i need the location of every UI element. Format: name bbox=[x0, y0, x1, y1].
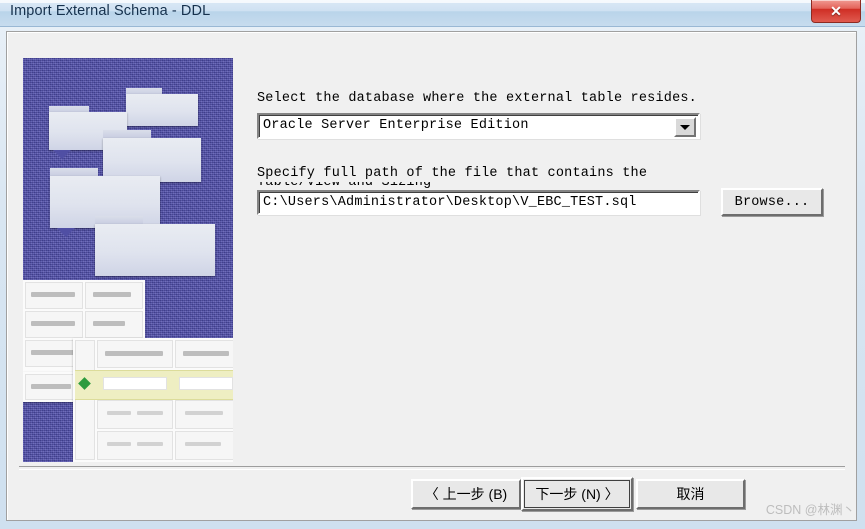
grid-bar bbox=[185, 442, 221, 446]
folder-notch bbox=[53, 150, 71, 159]
file-label-line2-text: Table/View and Sizing bbox=[257, 182, 431, 189]
browse-button[interactable]: Browse... bbox=[721, 188, 823, 216]
database-select[interactable]: Oracle Server Enterprise Edition bbox=[257, 113, 700, 139]
grid-bar bbox=[183, 351, 229, 356]
database-select-value: Oracle Server Enterprise Edition bbox=[263, 118, 529, 133]
folder-notch bbox=[57, 228, 75, 237]
wizard-illustration bbox=[23, 58, 233, 462]
grid-bar bbox=[137, 411, 163, 415]
dialog-window: Import External Schema - DDL ✕ Select th… bbox=[0, 0, 865, 529]
grid-cell bbox=[75, 340, 95, 460]
next-button[interactable]: 下一步 (N) 〉 bbox=[521, 477, 633, 511]
grid-bar bbox=[31, 321, 75, 326]
grid-cell bbox=[103, 377, 167, 390]
file-path-value: C:\Users\Administrator\Desktop\V_EBC_TES… bbox=[263, 195, 637, 210]
chevron-down-glyph bbox=[680, 125, 690, 130]
grid-bar bbox=[31, 292, 75, 297]
grid-panel-lower bbox=[73, 338, 233, 462]
close-icon: ✕ bbox=[830, 2, 842, 19]
window-title: Import External Schema - DDL bbox=[10, 3, 211, 19]
folder-icon bbox=[126, 94, 198, 126]
dialog-body: Select the database where the external t… bbox=[6, 31, 857, 521]
back-button[interactable]: 〈 上一步 (B) bbox=[411, 479, 521, 509]
grid-bar bbox=[105, 351, 163, 356]
grid-cell bbox=[179, 377, 233, 390]
folder-icon bbox=[95, 224, 215, 276]
grid-bar bbox=[107, 442, 131, 446]
chevron-down-icon[interactable] bbox=[674, 117, 696, 137]
grid-bar bbox=[185, 411, 223, 415]
grid-bar bbox=[107, 411, 131, 415]
grid-bar bbox=[93, 321, 125, 326]
cancel-button[interactable]: 取消 bbox=[636, 479, 745, 509]
file-label-line2: Table/View and Sizing bbox=[257, 182, 507, 189]
file-label-line1: Specify full path of the file that conta… bbox=[257, 166, 648, 181]
grid-bar bbox=[31, 350, 75, 355]
database-label: Select the database where the external t… bbox=[257, 91, 697, 106]
title-bar: Import External Schema - DDL ✕ bbox=[0, 0, 865, 27]
watermark: CSDN @林渊丶 bbox=[765, 503, 855, 517]
file-path-input[interactable]: C:\Users\Administrator\Desktop\V_EBC_TES… bbox=[257, 190, 700, 215]
footer-separator bbox=[19, 466, 845, 470]
grid-bar bbox=[31, 384, 71, 389]
grid-bar bbox=[93, 292, 131, 297]
grid-bar bbox=[137, 442, 163, 446]
close-button[interactable]: ✕ bbox=[811, 0, 861, 23]
